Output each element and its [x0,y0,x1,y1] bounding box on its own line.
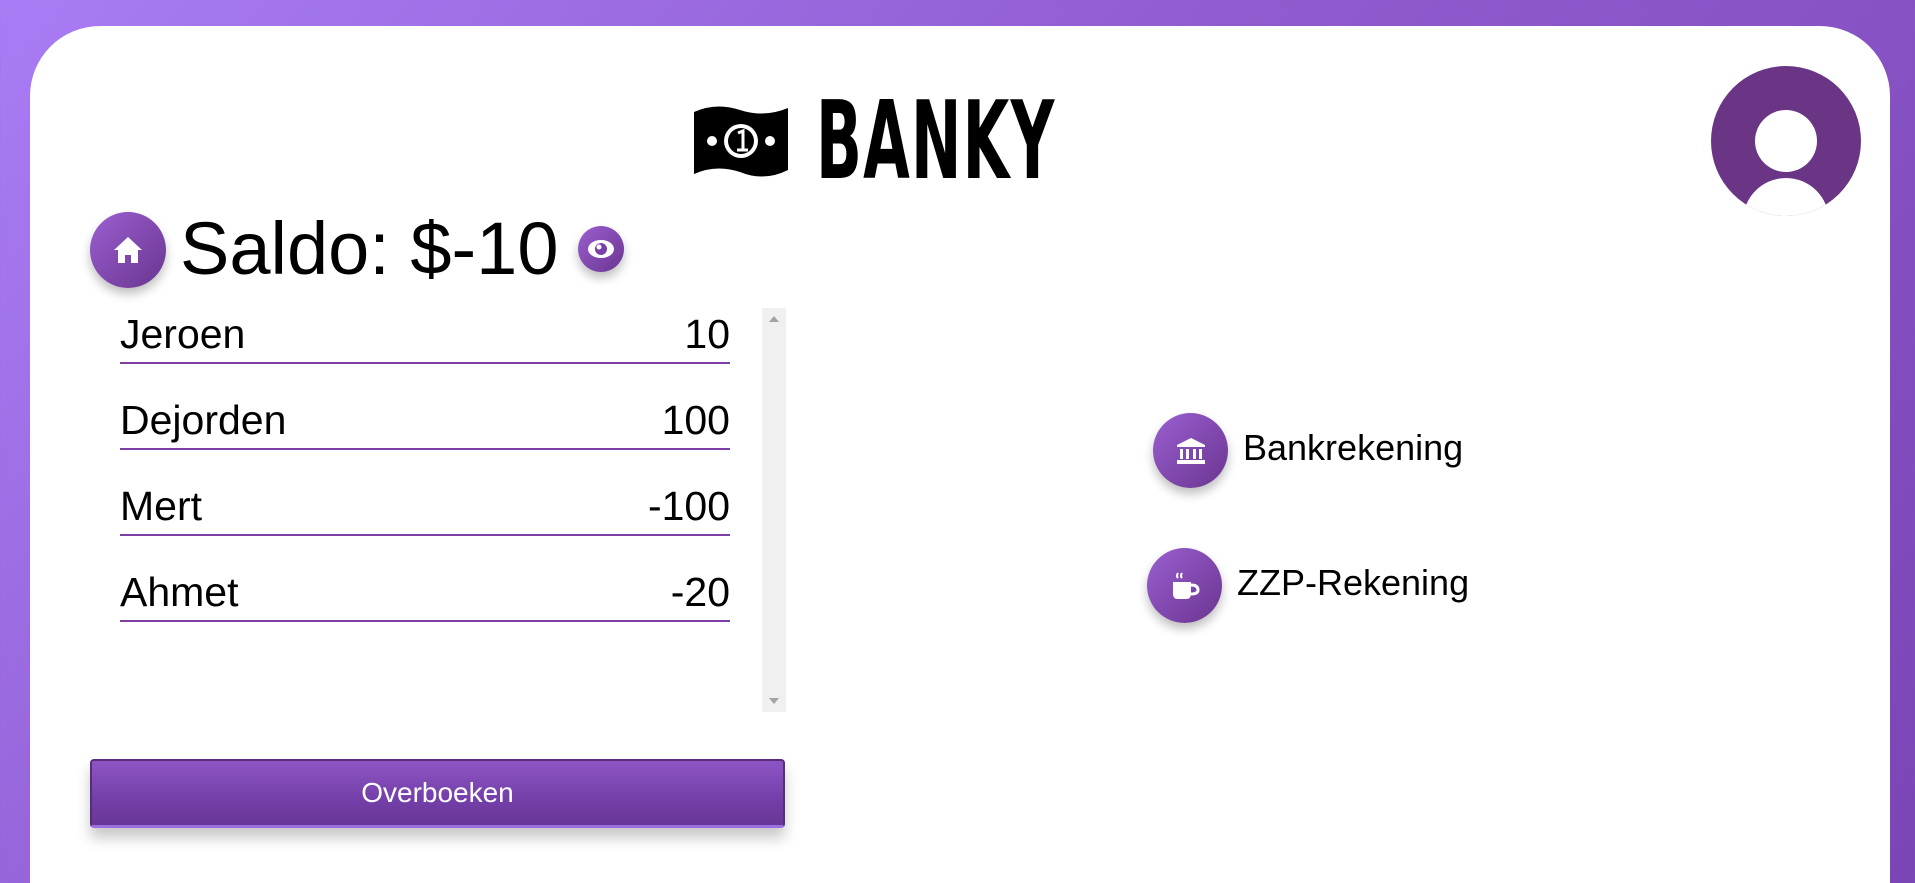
zzp-account-label[interactable]: ZZP-Rekening [1237,562,1469,604]
transfer-button[interactable]: Overboeken [90,759,785,828]
home-button[interactable] [90,212,166,288]
transaction-amount: 10 [684,311,730,357]
transaction-amount: 100 [661,397,730,443]
transaction-name: Mert [120,483,202,529]
transaction-amount: -20 [670,569,730,615]
avatar-head [1755,110,1817,172]
bank-icon [1176,437,1205,464]
balance-label: Saldo: $-10 [180,207,559,290]
scroll-up-arrow-icon[interactable] [769,316,779,322]
transaction-name: Jeroen [120,311,246,357]
home-icon [114,237,142,263]
money-bill-icon [694,106,788,177]
list-item: Dejorden 100 [120,394,730,450]
eye-icon [588,240,614,258]
bank-account-button[interactable] [1153,413,1228,488]
list-scrollbar[interactable] [762,308,786,712]
coffee-cup-icon [1172,571,1200,599]
list-item: Jeroen 10 [120,308,730,364]
transaction-name: Dejorden [120,397,287,443]
zzp-account-button[interactable] [1147,548,1222,623]
avatar-shoulders [1743,178,1829,216]
bank-account-label[interactable]: Bankrekening [1243,427,1463,469]
app-logo-text: BANKY [816,79,1056,204]
user-avatar-icon[interactable] [1711,66,1861,216]
list-item: Ahmet -20 [120,566,730,622]
app-logo: BANKY [690,88,1202,196]
transaction-name: Ahmet [120,569,239,615]
toggle-balance-button[interactable] [578,226,624,272]
list-item: Mert -100 [120,480,730,536]
scroll-down-arrow-icon[interactable] [769,698,779,704]
transaction-amount: -100 [647,483,730,529]
transaction-list[interactable]: Jeroen 10 Dejorden 100 Mert -100 Ahmet -… [90,308,786,712]
